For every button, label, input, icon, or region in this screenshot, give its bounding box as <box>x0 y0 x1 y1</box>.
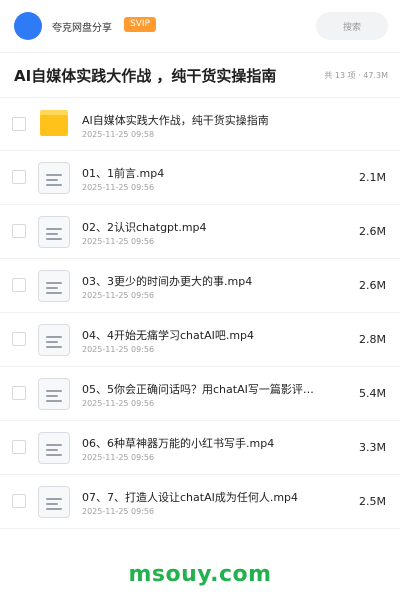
item-date: 2025-11-25 09:58 <box>82 130 155 139</box>
item-name: 04、4开始无痛学习chatAI吧.mp4 <box>82 329 255 342</box>
item-name: 03、3更少的时间办更大的事.mp4 <box>82 275 253 288</box>
item-name: AI自媒体实践大作战，纯干货实操指南 <box>82 114 269 127</box>
list-item[interactable]: 02、2认识chatgpt.mp4 2025-11-25 09:56 2.6M <box>0 205 400 259</box>
folder-icon <box>40 110 68 136</box>
item-checkbox[interactable] <box>12 494 26 508</box>
video-file-icon <box>38 378 70 410</box>
avatar[interactable] <box>14 12 42 40</box>
item-checkbox[interactable] <box>12 278 26 292</box>
item-checkbox[interactable] <box>12 440 26 454</box>
item-size: 3.3M <box>359 441 386 454</box>
video-file-icon <box>38 432 70 464</box>
list-item[interactable]: 03、3更少的时间办更大的事.mp4 2025-11-25 09:56 2.6M <box>0 259 400 313</box>
item-size: 2.5M <box>359 495 386 508</box>
item-name: 05、5你会正确问话吗？用chatAI写一篇影评.… <box>82 383 314 396</box>
video-file-icon <box>38 270 70 302</box>
item-name: 06、6种草神器万能的小红书写手.mp4 <box>82 437 275 450</box>
item-checkbox[interactable] <box>12 332 26 346</box>
item-date: 2025-11-25 09:56 <box>82 453 155 462</box>
item-checkbox[interactable] <box>12 224 26 238</box>
item-size: 5.4M <box>359 387 386 400</box>
item-size: 2.1M <box>359 171 386 184</box>
item-date: 2025-11-25 09:56 <box>82 237 155 246</box>
item-name: 02、2认识chatgpt.mp4 <box>82 221 207 234</box>
video-file-icon <box>38 324 70 356</box>
video-file-icon <box>38 486 70 518</box>
list-item[interactable]: AI自媒体实践大作战，纯干货实操指南 2025-11-25 09:58 <box>0 97 400 151</box>
item-date: 2025-11-25 09:56 <box>82 507 155 516</box>
item-name: 01、1前言.mp4 <box>82 167 165 180</box>
item-size: 2.8M <box>359 333 386 346</box>
top-bar: 夸克网盘分享 SVIP 搜索 <box>0 0 400 52</box>
item-name: 07、7、打造人设让chatAI成为任何人.mp4 <box>82 491 299 504</box>
list-item[interactable]: 05、5你会正确问话吗？用chatAI写一篇影评.… 2025-11-25 09… <box>0 367 400 421</box>
item-size: 2.6M <box>359 225 386 238</box>
watermark-text: msouy.com <box>128 562 272 587</box>
item-date: 2025-11-25 09:56 <box>82 399 155 408</box>
list-item[interactable]: 01、1前言.mp4 2025-11-25 09:56 2.1M <box>0 151 400 205</box>
page-title: AI自媒体实践大作战 ，纯干货实操指南 <box>14 67 277 85</box>
item-date: 2025-11-25 09:56 <box>82 183 155 192</box>
search-input[interactable]: 搜索 <box>316 12 388 40</box>
list-item[interactable]: 07、7、打造人设让chatAI成为任何人.mp4 2025-11-25 09:… <box>0 475 400 529</box>
item-date: 2025-11-25 09:56 <box>82 291 155 300</box>
svip-badge: SVIP <box>124 17 156 32</box>
list-item[interactable]: 04、4开始无痛学习chatAI吧.mp4 2025-11-25 09:56 2… <box>0 313 400 367</box>
search-placeholder: 搜索 <box>342 22 361 33</box>
item-checkbox[interactable] <box>12 386 26 400</box>
video-file-icon <box>38 216 70 248</box>
item-checkbox[interactable] <box>12 117 26 131</box>
item-date: 2025-11-25 09:56 <box>82 345 155 354</box>
folder-meta: 共 13 项 · 47.3M <box>324 71 388 80</box>
file-list: AI自媒体实践大作战，纯干货实操指南 2025-11-25 09:58 01、1… <box>0 97 400 529</box>
item-size: 2.6M <box>359 279 386 292</box>
video-file-icon <box>38 162 70 194</box>
item-checkbox[interactable] <box>12 170 26 184</box>
share-owner-name: 夸克网盘分享 <box>52 23 112 34</box>
list-item[interactable]: 06、6种草神器万能的小红书写手.mp4 2025-11-25 09:56 3.… <box>0 421 400 475</box>
folder-header: AI自媒体实践大作战 ，纯干货实操指南 共 13 项 · 47.3M <box>0 53 400 97</box>
